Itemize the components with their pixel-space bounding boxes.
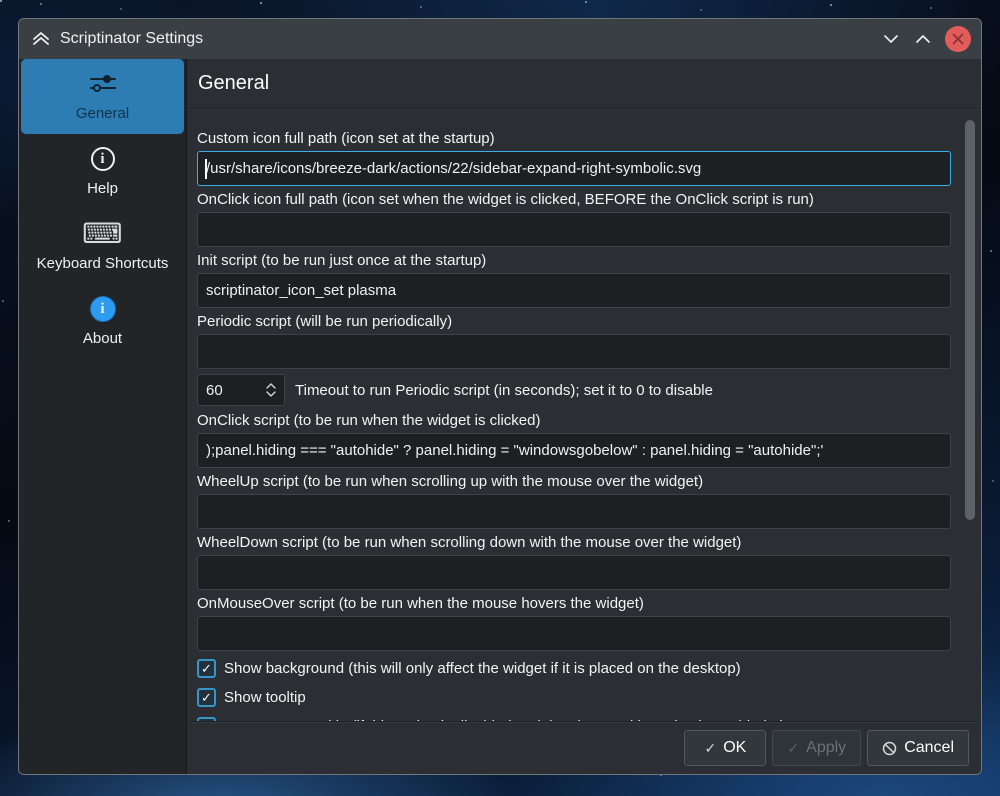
- show-tooltip-checkbox[interactable]: ✓: [197, 688, 216, 707]
- apply-button[interactable]: ✓ Apply: [772, 730, 861, 766]
- window-app-icon: [31, 29, 51, 49]
- page-title: General: [198, 72, 269, 95]
- sidebar: General i Help ⌨ Keyboard Shortcuts i Ab…: [19, 59, 187, 774]
- custom-icon-path-input[interactable]: [197, 151, 951, 186]
- vertical-scrollbar[interactable]: [963, 110, 977, 720]
- window-title: Scriptinator Settings: [60, 30, 203, 48]
- sidebar-item-keyboard-shortcuts[interactable]: ⌨ Keyboard Shortcuts: [19, 209, 186, 284]
- field-label-onclick-script: OnClick script (to be run when the widge…: [197, 412, 951, 429]
- show-background-checkbox[interactable]: ✓: [197, 659, 216, 678]
- wheelup-script-input[interactable]: [197, 494, 951, 529]
- field-label-wheelup-script: WheelUp script (to be run when scrolling…: [197, 473, 951, 490]
- settings-window: Scriptinator Settings General: [18, 18, 982, 775]
- timeout-value: 60: [206, 382, 266, 399]
- wheeldown-script-input[interactable]: [197, 555, 951, 590]
- spinbox-arrows-icon[interactable]: [266, 383, 284, 397]
- timeout-label: Timeout to run Periodic script (in secon…: [295, 382, 713, 399]
- minimize-icon[interactable]: [877, 25, 905, 53]
- checkbox-label: Show tooltip: [224, 689, 306, 706]
- show-background-row[interactable]: ✓ Show background (this will only affect…: [197, 658, 951, 678]
- checkbox-label: Show background (this will only affect t…: [224, 660, 741, 677]
- cancel-button[interactable]: Cancel: [867, 730, 969, 766]
- dialog-button-bar: ✓ OK ✓ Apply Cancel: [187, 721, 981, 774]
- sidebar-item-label: Help: [87, 180, 118, 197]
- scrollbar-thumb[interactable]: [965, 120, 975, 520]
- keyboard-icon: ⌨: [82, 219, 122, 249]
- sidebar-item-about[interactable]: i About: [19, 284, 186, 359]
- maximize-icon[interactable]: [909, 25, 937, 53]
- sidebar-item-general[interactable]: General: [21, 59, 184, 134]
- timeout-spinbox[interactable]: 60: [197, 374, 285, 406]
- content-pane: General Custom icon full path (icon set …: [187, 59, 981, 774]
- check-icon: ✓: [704, 741, 716, 755]
- sliders-icon: [88, 69, 118, 99]
- field-label-custom-icon-path: Custom icon full path (icon set at the s…: [197, 130, 951, 147]
- periodic-script-input[interactable]: [197, 334, 951, 369]
- onclick-script-input[interactable]: [197, 433, 951, 468]
- text-cursor: [205, 159, 207, 179]
- sidebar-item-label: General: [76, 105, 129, 122]
- check-icon: ✓: [787, 741, 799, 755]
- settings-scroll-area[interactable]: Custom icon full path (icon set at the s…: [187, 109, 981, 721]
- onmouseover-script-input[interactable]: [197, 616, 951, 651]
- show-tooltip-row[interactable]: ✓ Show tooltip: [197, 687, 951, 707]
- field-label-wheeldown-script: WheelDown script (to be run when scrolli…: [197, 534, 951, 551]
- field-label-onclick-icon-path: OnClick icon full path (icon set when th…: [197, 191, 951, 208]
- help-icon: i: [91, 144, 115, 174]
- onclick-icon-path-input[interactable]: [197, 212, 951, 247]
- cancel-circle-icon: [882, 741, 897, 756]
- timeout-row: 60 Timeout to run Periodic script (in se…: [197, 374, 951, 406]
- sidebar-item-label: About: [83, 330, 122, 347]
- page-header: General: [187, 59, 981, 109]
- field-label-init-script: Init script (to be run just once at the …: [197, 252, 951, 269]
- about-info-icon: i: [90, 294, 116, 324]
- sidebar-item-help[interactable]: i Help: [19, 134, 186, 209]
- ok-button[interactable]: ✓ OK: [684, 730, 766, 766]
- field-label-periodic-script: Periodic script (will be run periodicall…: [197, 313, 951, 330]
- close-icon[interactable]: [945, 26, 971, 52]
- sidebar-item-label: Keyboard Shortcuts: [37, 255, 169, 272]
- titlebar[interactable]: Scriptinator Settings: [19, 19, 981, 59]
- init-script-input[interactable]: [197, 273, 951, 308]
- field-label-onmouseover-script: OnMouseOver script (to be run when the m…: [197, 595, 951, 612]
